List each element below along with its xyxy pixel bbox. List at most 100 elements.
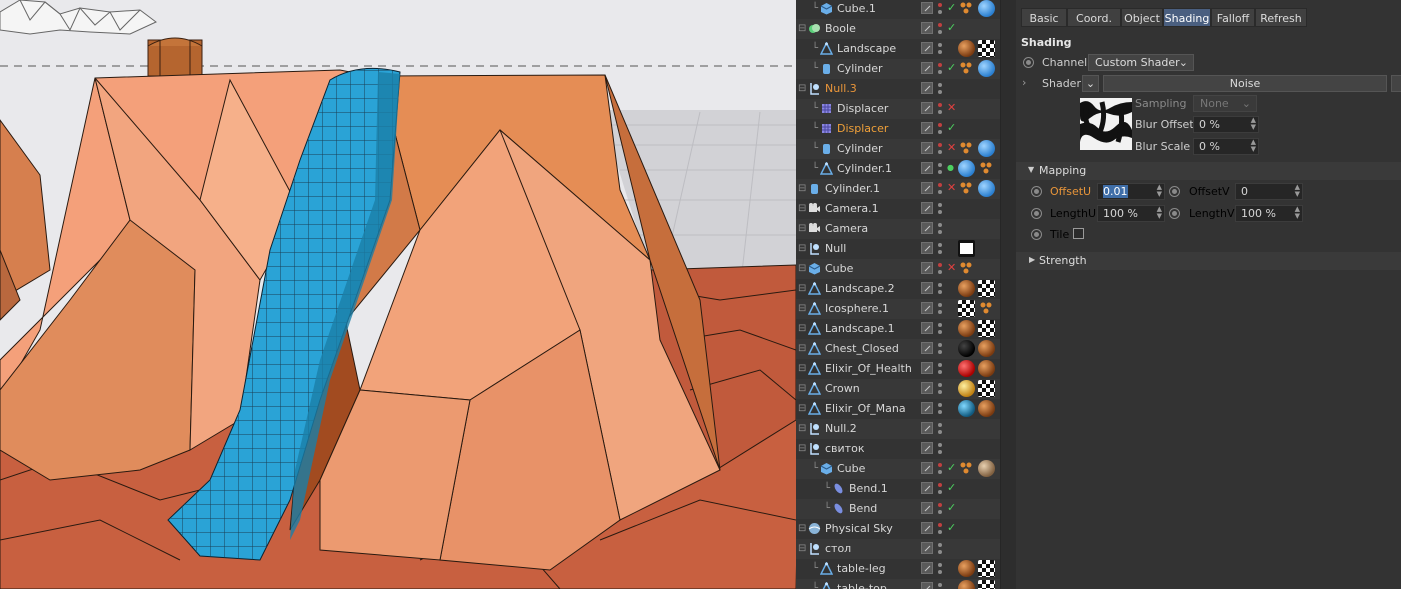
disabled-cross-icon[interactable]: ✕ — [947, 142, 957, 154]
editable-toggle-icon[interactable] — [921, 502, 933, 514]
object-row[interactable]: └ table-top — [796, 579, 1002, 589]
dots-tag[interactable] — [978, 300, 995, 317]
object-row[interactable]: ⊟ Camera — [796, 219, 1002, 239]
editable-toggle-icon[interactable] — [921, 62, 933, 74]
editable-toggle-icon[interactable] — [921, 422, 933, 434]
mapping-section-header[interactable]: ▼ Mapping — [1016, 162, 1401, 180]
object-name[interactable]: Landscape.1 — [825, 319, 895, 339]
disabled-cross-icon[interactable]: ✕ — [947, 182, 957, 194]
spinner-arrows-icon[interactable]: ▲ ▼ — [1251, 139, 1256, 153]
object-name[interactable]: Cylinder — [837, 139, 883, 159]
editable-toggle-icon[interactable] — [921, 122, 933, 134]
object-name[interactable]: Displacer — [837, 119, 888, 139]
visibility-dots-icon[interactable] — [938, 462, 942, 475]
visibility-dots-icon[interactable] — [938, 482, 942, 495]
object-row[interactable]: ⊟ Null.2 — [796, 419, 1002, 439]
object-name[interactable]: стол — [825, 539, 851, 559]
tree-expander[interactable]: ⊟ — [798, 19, 806, 39]
brown-sphere-tag[interactable] — [978, 360, 995, 377]
visibility-dots-icon[interactable] — [938, 242, 942, 255]
editable-toggle-icon[interactable] — [921, 402, 933, 414]
blue-sphere-tag[interactable] — [978, 60, 995, 77]
tree-expander[interactable]: ⊟ — [798, 299, 806, 319]
tree-expander[interactable]: ⊟ — [798, 339, 806, 359]
object-name[interactable]: Bend — [849, 499, 877, 519]
object-row[interactable]: └ Bend.1 ✓ — [796, 479, 1002, 499]
visibility-dots-icon[interactable] — [938, 502, 942, 515]
tree-expander[interactable]: ⊟ — [798, 379, 806, 399]
object-name[interactable]: Chest_Closed — [825, 339, 899, 359]
offset-u-field[interactable]: 0.01 ▲ ▼ — [1097, 183, 1165, 200]
tree-expander[interactable]: ⊟ — [798, 539, 806, 559]
editable-toggle-icon[interactable] — [921, 182, 933, 194]
editable-toggle-icon[interactable] — [921, 242, 933, 254]
editable-toggle-icon[interactable] — [921, 322, 933, 334]
tree-expander[interactable]: ⊟ — [798, 259, 806, 279]
brown-sphere-tag[interactable] — [958, 580, 975, 589]
object-row[interactable]: ⊟ Camera.1 — [796, 199, 1002, 219]
editable-toggle-icon[interactable] — [921, 342, 933, 354]
tan-sphere-tag[interactable] — [978, 460, 995, 477]
object-name[interactable]: Cube — [837, 459, 865, 479]
visibility-dots-icon[interactable] — [938, 262, 942, 275]
tab-shading[interactable]: Shading — [1163, 8, 1211, 27]
object-name[interactable]: Camera.1 — [825, 199, 879, 219]
editable-toggle-icon[interactable] — [921, 582, 933, 589]
spinner-arrows-icon[interactable]: ▲ ▼ — [1157, 184, 1162, 198]
tab-coord[interactable]: Coord. — [1067, 8, 1121, 27]
chevron-right-icon[interactable]: › — [1022, 76, 1026, 89]
tab-basic[interactable]: Basic — [1021, 8, 1067, 27]
brown-sphere-tag[interactable] — [958, 560, 975, 577]
offset-v-field[interactable]: 0 ▲ ▼ — [1235, 183, 1303, 200]
editable-toggle-icon[interactable] — [921, 222, 933, 234]
object-row[interactable]: ⊟ Landscape.2 — [796, 279, 1002, 299]
visibility-dots-icon[interactable] — [938, 102, 942, 115]
visibility-dots-icon[interactable] — [938, 542, 942, 555]
tile-checkbox[interactable] — [1073, 228, 1084, 239]
editable-toggle-icon[interactable] — [921, 362, 933, 374]
visibility-dots-icon[interactable] — [938, 302, 942, 315]
shader-extra-button[interactable] — [1391, 75, 1401, 92]
object-row[interactable]: ⊟ свиток — [796, 439, 1002, 459]
checker-tag[interactable] — [978, 380, 995, 397]
tree-expander[interactable]: ⊟ — [798, 519, 806, 539]
gold-sphere-tag[interactable] — [958, 380, 975, 397]
blue-sphere-tag[interactable] — [958, 160, 975, 177]
dots-tag[interactable] — [958, 0, 975, 17]
visibility-dots-icon[interactable] — [938, 362, 942, 375]
object-name[interactable]: Cube — [825, 259, 853, 279]
object-row[interactable]: ⊟ Cube ✕ — [796, 259, 1002, 279]
editable-toggle-icon[interactable] — [921, 162, 933, 174]
object-row[interactable]: └ Cylinder.1 ● — [796, 159, 1002, 179]
editable-toggle-icon[interactable] — [921, 302, 933, 314]
editable-toggle-icon[interactable] — [921, 542, 933, 554]
enabled-dot-icon[interactable]: ● — [947, 162, 957, 174]
visibility-dots-icon[interactable] — [938, 2, 942, 15]
checker-tag[interactable] — [958, 300, 975, 317]
disabled-cross-icon[interactable]: ✕ — [947, 262, 957, 274]
length-u-radio[interactable] — [1031, 208, 1042, 219]
checker-tag[interactable] — [978, 280, 995, 297]
brown-sphere-tag[interactable] — [958, 40, 975, 57]
enabled-check-icon[interactable]: ✓ — [947, 122, 957, 134]
dots-tag[interactable] — [958, 260, 975, 277]
object-name[interactable]: table-top — [837, 579, 887, 589]
tree-expander[interactable]: ⊟ — [798, 359, 806, 379]
object-row[interactable]: ⊟ стол — [796, 539, 1002, 559]
shader-menu-button[interactable]: ⌄ — [1082, 75, 1099, 92]
tree-expander[interactable]: ⊟ — [798, 199, 806, 219]
editable-toggle-icon[interactable] — [921, 482, 933, 494]
object-row[interactable]: └ Bend ✓ — [796, 499, 1002, 519]
enabled-check-icon[interactable]: ✓ — [947, 2, 957, 14]
dots-tag[interactable] — [958, 140, 975, 157]
editable-toggle-icon[interactable] — [921, 142, 933, 154]
offset-u-radio[interactable] — [1031, 186, 1042, 197]
checker-tag[interactable] — [978, 580, 995, 589]
tab-object[interactable]: Object — [1121, 8, 1163, 27]
visibility-dots-icon[interactable] — [938, 62, 942, 75]
visibility-dots-icon[interactable] — [938, 22, 942, 35]
visibility-dots-icon[interactable] — [938, 322, 942, 335]
object-name[interactable]: table-leg — [837, 559, 886, 579]
visibility-dots-icon[interactable] — [938, 422, 942, 435]
object-row[interactable]: ⊟ Physical Sky ✓ — [796, 519, 1002, 539]
